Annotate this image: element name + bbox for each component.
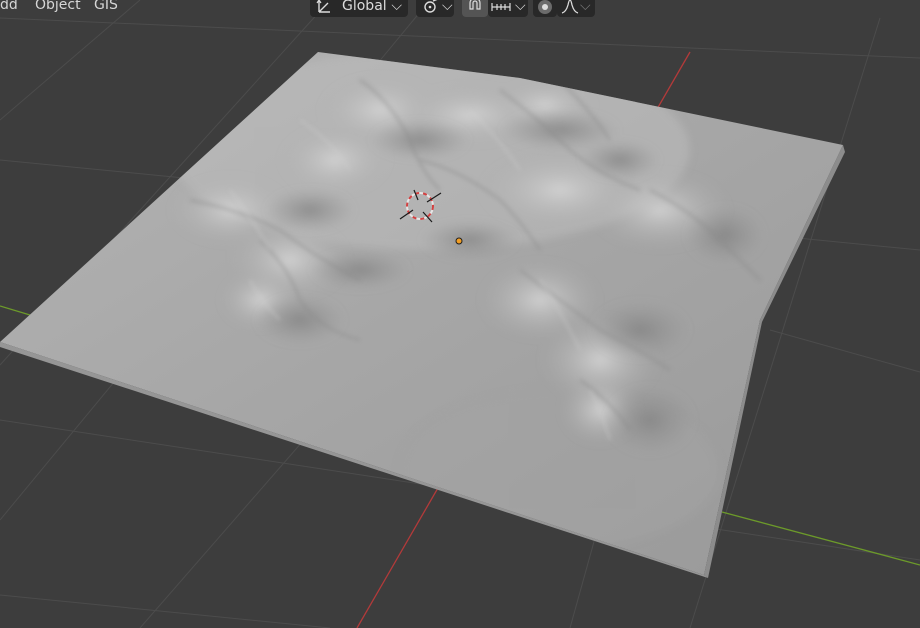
- orientation-icon: [316, 0, 330, 13]
- proportional-edit-toggle[interactable]: [533, 0, 557, 17]
- object-origin-icon: [455, 237, 463, 245]
- y-axis-line-right: [721, 511, 920, 566]
- chevron-down-icon: ⌵: [515, 0, 526, 14]
- chevron-down-icon: ⌵: [391, 0, 402, 14]
- 3d-viewport[interactable]: [0, 0, 920, 628]
- falloff-curve-icon: [561, 0, 579, 14]
- transform-orientation-value: Global: [342, 0, 387, 14]
- terrain-mesh[interactable]: [0, 50, 845, 578]
- snap-target-dropdown[interactable]: ⌵: [488, 0, 528, 17]
- menu-gis[interactable]: GIS: [94, 0, 118, 13]
- viewport-header: dd Object GIS Global ⌵ ⌵ ⌵ ⌵: [0, 0, 920, 20]
- snap-toggle[interactable]: [462, 0, 488, 17]
- proportional-edit-icon: [538, 0, 552, 14]
- snap-magnet-icon: [469, 0, 481, 10]
- transform-orientation-dropdown[interactable]: Global ⌵: [310, 0, 408, 17]
- snap-increment-icon: [491, 3, 511, 11]
- chevron-down-icon: ⌵: [442, 0, 453, 14]
- menu-object[interactable]: Object: [35, 0, 81, 13]
- pivot-link-icon: [424, 0, 438, 13]
- falloff-dropdown[interactable]: ⌵: [557, 0, 595, 17]
- chevron-down-icon: ⌵: [580, 0, 591, 14]
- pivot-point-dropdown[interactable]: ⌵: [416, 0, 454, 17]
- menu-add[interactable]: dd: [0, 0, 18, 13]
